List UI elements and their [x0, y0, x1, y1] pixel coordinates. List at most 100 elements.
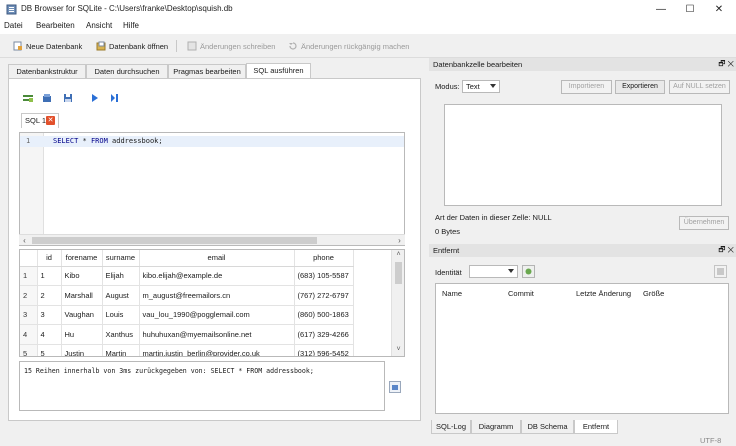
- scroll-thumb[interactable]: [395, 262, 402, 284]
- remote-list[interactable]: Name Commit Letzte Änderung Größe: [435, 283, 729, 414]
- table-cell[interactable]: 5: [37, 344, 62, 356]
- maximize-button[interactable]: ☐: [677, 2, 703, 17]
- save-results-icon[interactable]: [389, 381, 401, 393]
- tab-execute-sql[interactable]: SQL ausführen: [246, 63, 311, 78]
- execute-line-icon[interactable]: [110, 93, 120, 103]
- add-identity-icon[interactable]: [522, 265, 535, 278]
- remote-action-icon[interactable]: [714, 265, 727, 278]
- sql-code[interactable]: SELECT * FROM addressbook;: [53, 137, 163, 145]
- row-number[interactable]: 5: [20, 344, 38, 356]
- remote-column-commit[interactable]: Commit: [508, 289, 534, 298]
- chevron-down-icon: [508, 269, 514, 273]
- menu-file[interactable]: Datei: [4, 21, 23, 30]
- table-row[interactable]: 3 3 Vaughan Louis vau_lou_1990@pogglemail.co…: [20, 305, 354, 325]
- table-cell[interactable]: 2: [37, 285, 62, 306]
- apply-button[interactable]: Übernehmen: [679, 216, 729, 230]
- tab-database-structure[interactable]: Datenbankstruktur: [8, 64, 86, 78]
- dock-float-close-icon[interactable]: 🗗 ✕: [718, 58, 734, 71]
- import-button[interactable]: Importieren: [561, 80, 612, 94]
- scroll-down-icon[interactable]: ˅: [392, 345, 405, 355]
- table-row[interactable]: 2 2 Marshall August m_august@freemailors.cn(…: [20, 285, 354, 306]
- tab-db-schema[interactable]: DB Schema: [521, 420, 574, 434]
- table-cell[interactable]: Justin: [61, 344, 103, 356]
- dock-float-close-icon[interactable]: 🗗 ✕: [718, 244, 734, 257]
- tab-remote[interactable]: Entfernt: [574, 420, 618, 434]
- table-cell[interactable]: vau_lou_1990@pogglemail.com: [139, 305, 295, 325]
- menu-view[interactable]: Ansicht: [86, 21, 112, 30]
- results-vertical-scrollbar[interactable]: ˄ ˅: [391, 250, 404, 356]
- mode-select[interactable]: Text: [462, 80, 500, 93]
- minimize-button[interactable]: —: [648, 2, 674, 17]
- table-cell[interactable]: (683) 105-5587: [294, 266, 354, 286]
- execution-message-box[interactable]: 15 Reihen innerhalb von 3ms zurückgegebe…: [19, 361, 385, 411]
- menu-help[interactable]: Hilfe: [123, 21, 139, 30]
- column-header[interactable]: forename: [61, 250, 103, 267]
- column-header[interactable]: surname: [102, 250, 140, 267]
- table-cell[interactable]: Marshall: [61, 285, 103, 306]
- table-cell[interactable]: 1: [37, 266, 62, 286]
- column-header[interactable]: email: [139, 250, 295, 267]
- remote-column-last-change[interactable]: Letzte Änderung: [576, 289, 631, 298]
- table-cell[interactable]: August: [102, 285, 140, 306]
- execute-all-icon[interactable]: [90, 93, 100, 103]
- row-number[interactable]: 3: [20, 305, 38, 325]
- column-header[interactable]: phone: [294, 250, 354, 267]
- close-window-button[interactable]: ✕: [706, 2, 732, 17]
- open-sql-tab-icon[interactable]: [23, 93, 33, 103]
- table-cell[interactable]: (617) 329-4266: [294, 324, 354, 345]
- menu-bar: Datei Bearbeiten Ansicht Hilfe: [0, 19, 736, 34]
- table-cell[interactable]: Martin: [102, 344, 140, 356]
- table-cell[interactable]: 4: [37, 324, 62, 345]
- table-cell[interactable]: huhuhuxan@myemailsonline.net: [139, 324, 295, 345]
- remote-column-name[interactable]: Name: [442, 289, 462, 298]
- write-changes-icon: [187, 41, 197, 51]
- new-database-button[interactable]: Neue Datenbank: [13, 39, 82, 53]
- tab-browse-data[interactable]: Daten durchsuchen: [86, 64, 168, 78]
- table-cell[interactable]: (312) 596-5452: [294, 344, 354, 356]
- open-sql-file-icon[interactable]: [42, 93, 52, 103]
- table-row[interactable]: 4 4 Hu Xanthus huhuhuxan@myemailsonline.net(…: [20, 324, 354, 345]
- sql-editor-tab[interactable]: SQL 1 ✕: [21, 113, 59, 128]
- scroll-right-icon[interactable]: ›: [394, 235, 405, 246]
- table-cell[interactable]: kibo.elijah@example.de: [139, 266, 295, 286]
- table-cell[interactable]: Vaughan: [61, 305, 103, 325]
- table-cell[interactable]: Xanthus: [102, 324, 140, 345]
- table-row[interactable]: 5 5 Justin Martin martin.justin_berlin@provi…: [20, 344, 354, 356]
- export-button[interactable]: Exportieren: [615, 80, 665, 94]
- save-sql-file-icon[interactable]: [63, 93, 73, 103]
- cell-value-editor[interactable]: [444, 104, 722, 206]
- table-cell[interactable]: 3: [37, 305, 62, 325]
- table-cell[interactable]: Louis: [102, 305, 140, 325]
- scroll-left-icon[interactable]: ‹: [19, 235, 30, 246]
- remote-column-size[interactable]: Größe: [643, 289, 664, 298]
- set-null-button[interactable]: Auf NULL setzen: [669, 80, 730, 94]
- column-header[interactable]: id: [37, 250, 62, 267]
- results-grid[interactable]: id forename surname email phone 1 1 Kibo El…: [19, 249, 405, 357]
- menu-edit[interactable]: Bearbeiten: [36, 21, 75, 30]
- table-cell[interactable]: Hu: [61, 324, 103, 345]
- table-cell[interactable]: m_august@freemailors.cn: [139, 285, 295, 306]
- sql-editor[interactable]: 1 SELECT * FROM addressbook;: [19, 132, 405, 246]
- tab-diagram[interactable]: Diagramm: [471, 420, 521, 434]
- scroll-thumb[interactable]: [32, 237, 317, 244]
- close-tab-icon[interactable]: ✕: [46, 116, 55, 125]
- editor-horizontal-scrollbar[interactable]: ‹ ›: [19, 234, 405, 245]
- line-number: 1: [26, 137, 31, 145]
- scroll-up-icon[interactable]: ˄: [392, 250, 405, 260]
- revert-changes-button[interactable]: Änderungen rückgängig machen: [288, 39, 409, 53]
- table-cell[interactable]: (767) 272-6797: [294, 285, 354, 306]
- row-number[interactable]: 1: [20, 266, 38, 286]
- identity-select[interactable]: [469, 265, 518, 278]
- sql-keyword-from: FROM: [90, 137, 108, 145]
- table-cell[interactable]: Kibo: [61, 266, 103, 286]
- write-changes-button[interactable]: Änderungen schreiben: [187, 39, 275, 53]
- table-cell[interactable]: Elijah: [102, 266, 140, 286]
- table-cell[interactable]: martin.justin_berlin@provider.co.uk: [139, 344, 295, 356]
- tab-edit-pragmas[interactable]: Pragmas bearbeiten: [168, 64, 246, 78]
- row-number[interactable]: 2: [20, 285, 38, 306]
- table-cell[interactable]: (860) 500-1863: [294, 305, 354, 325]
- table-row[interactable]: 1 1 Kibo Elijah kibo.elijah@example.de (683) …: [20, 266, 354, 286]
- row-number[interactable]: 4: [20, 324, 38, 345]
- open-database-button[interactable]: Datenbank öffnen: [96, 39, 168, 53]
- tab-sql-log[interactable]: SQL-Log: [431, 420, 471, 434]
